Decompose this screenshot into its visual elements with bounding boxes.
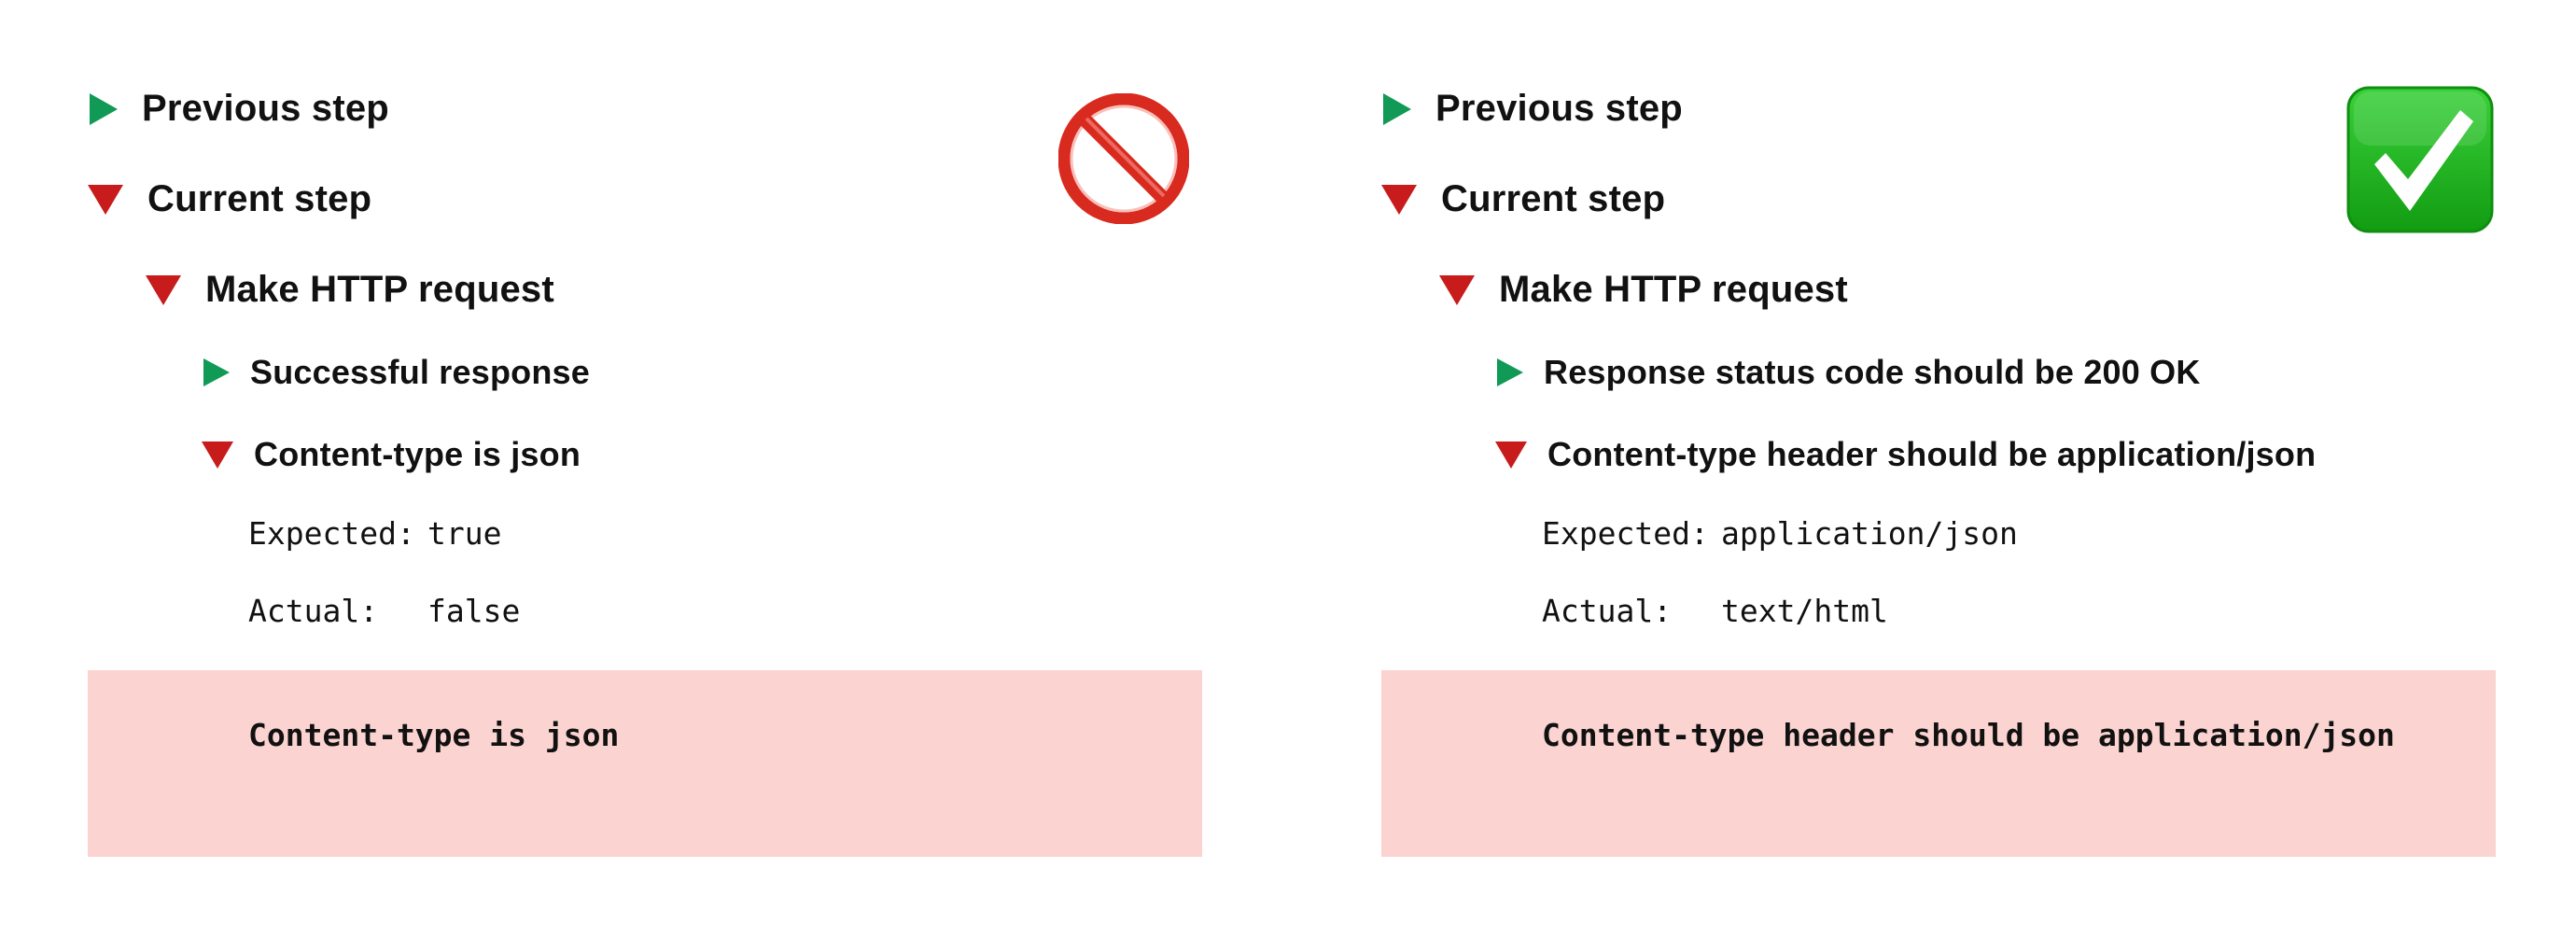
actual-line: Actual: text/html: [1542, 593, 1888, 629]
failure-message: Content-type header should be applicatio…: [1542, 717, 2395, 753]
collapse-arrow-icon[interactable]: [146, 274, 181, 305]
actual-value: text/html: [1721, 593, 1888, 629]
failure-message-box: Content-type header should be applicatio…: [1381, 670, 2496, 857]
tree-item-label: Response status code should be 200 OK: [1544, 353, 2201, 391]
tree-item-label: Successful response: [250, 353, 590, 391]
expected-label: Expected:: [1542, 515, 1709, 552]
actual-line: Actual: false: [248, 593, 520, 629]
tree-item-previous-step[interactable]: Previous step: [90, 88, 389, 130]
actual-label: Actual:: [1542, 593, 1673, 629]
tree-item-assertion-passed[interactable]: Response status code should be 200 OK: [1497, 353, 2201, 392]
tree-item-label: Previous step: [142, 88, 389, 129]
failure-message: Content-type is json: [248, 717, 620, 753]
actual-value: false: [427, 593, 521, 629]
expected-line: Expected: true: [248, 515, 501, 552]
tree-item-current-step[interactable]: Current step: [88, 178, 371, 220]
tree-item-current-step[interactable]: Current step: [1381, 178, 1665, 220]
tree-item-label: Make HTTP request: [1499, 269, 1848, 310]
tree-item-label: Previous step: [1435, 88, 1683, 129]
expected-label: Expected:: [248, 515, 415, 552]
prohibited-icon: [1058, 93, 1189, 224]
collapse-arrow-icon[interactable]: [1439, 274, 1475, 305]
expected-value: application/json: [1721, 515, 2018, 552]
collapse-arrow-icon[interactable]: [88, 184, 123, 215]
tree-item-assertion-failed[interactable]: Content-type header should be applicatio…: [1495, 435, 2316, 474]
expected-line: Expected: application/json: [1542, 515, 2018, 552]
good-example-panel: Previous step Current step Make HTTP req…: [1381, 0, 2501, 939]
expected-value: true: [427, 515, 502, 552]
tree-item-label: Make HTTP request: [205, 269, 554, 310]
tree-item-assertion-passed[interactable]: Successful response: [203, 353, 590, 392]
tree-item-http-request[interactable]: Make HTTP request: [146, 269, 554, 311]
tree-item-label: Content-type is json: [254, 435, 581, 473]
expand-arrow-icon[interactable]: [90, 92, 118, 125]
expand-arrow-icon[interactable]: [1497, 358, 1523, 386]
collapse-arrow-icon[interactable]: [1495, 441, 1527, 469]
tree-item-http-request[interactable]: Make HTTP request: [1439, 269, 1848, 311]
tree-item-label: Current step: [147, 178, 372, 219]
actual-label: Actual:: [248, 593, 379, 629]
tree-item-previous-step[interactable]: Previous step: [1383, 88, 1683, 130]
bad-example-panel: Previous step Current step Make HTTP req…: [88, 0, 1208, 939]
expand-arrow-icon[interactable]: [203, 358, 230, 386]
check-mark-icon: [2346, 86, 2494, 233]
failure-message-box: Content-type is json: [88, 670, 1202, 857]
tree-item-label: Current step: [1441, 178, 1666, 219]
collapse-arrow-icon[interactable]: [202, 441, 233, 469]
collapse-arrow-icon[interactable]: [1381, 184, 1417, 215]
tree-item-label: Content-type header should be applicatio…: [1547, 435, 2317, 473]
expand-arrow-icon[interactable]: [1383, 92, 1411, 125]
tree-item-assertion-failed[interactable]: Content-type is json: [202, 435, 581, 474]
